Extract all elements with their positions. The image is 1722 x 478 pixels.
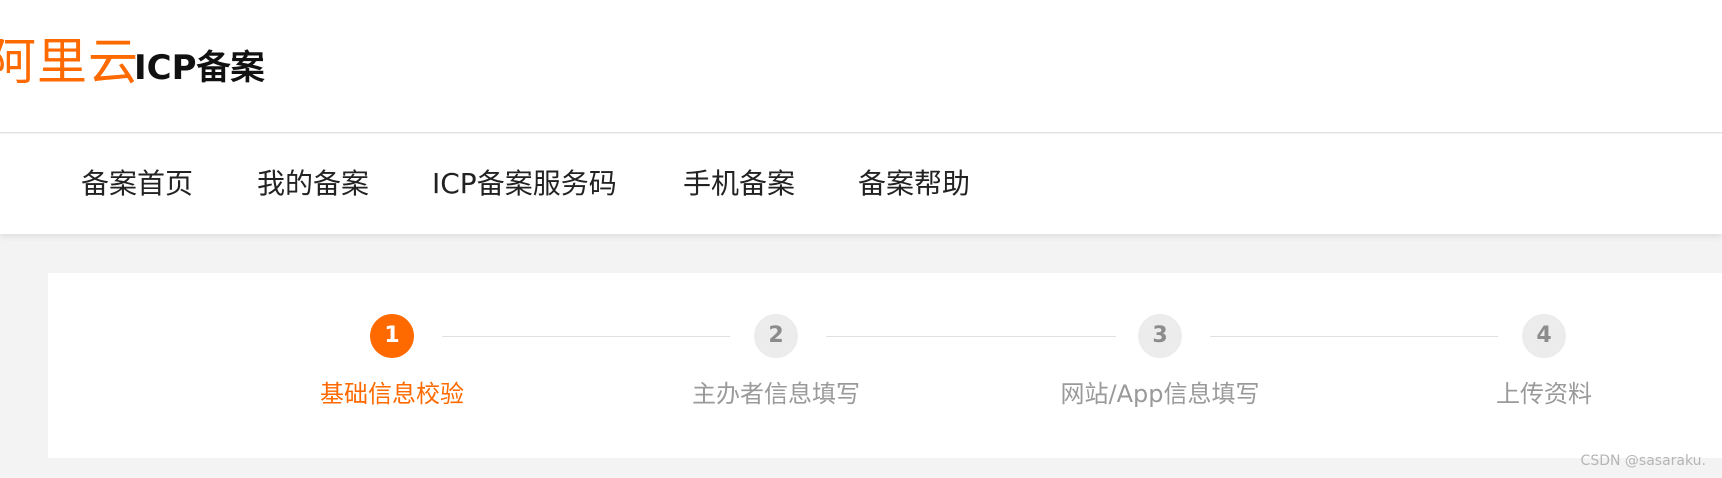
step-connector xyxy=(1210,336,1498,337)
step-label: 网站/App信息填写 xyxy=(1060,380,1260,408)
step-connector xyxy=(826,336,1116,337)
step-connector xyxy=(442,336,730,337)
step-number-badge: 2 xyxy=(754,314,798,358)
step-label: 基础信息校验 xyxy=(320,380,464,408)
progress-steps-card: 1 基础信息校验 2 主办者信息填写 3 网站/App信息填写 4 上传资料 xyxy=(48,273,1722,458)
step-number-badge: 3 xyxy=(1138,314,1182,358)
aliyun-logo[interactable]: 阿里云 xyxy=(0,30,139,94)
step-number-badge: 1 xyxy=(370,314,414,358)
step-number-badge: 4 xyxy=(1522,314,1566,358)
nav-item-help[interactable]: 备案帮助 xyxy=(858,162,970,206)
nav-item-mobile-filing[interactable]: 手机备案 xyxy=(683,162,795,206)
nav-item-home[interactable]: 备案首页 xyxy=(81,162,193,206)
main-navigation: 备案首页 我的备案 ICP备案服务码 手机备案 备案帮助 xyxy=(0,134,1722,234)
step-label: 主办者信息填写 xyxy=(692,380,860,408)
watermark: CSDN @sasaraku. xyxy=(1580,453,1706,469)
top-header: 阿里云 ICP备案 xyxy=(0,0,1722,133)
page-title: ICP备案 xyxy=(134,48,265,88)
nav-item-my-filings[interactable]: 我的备案 xyxy=(257,162,369,206)
step-label: 上传资料 xyxy=(1496,380,1592,408)
nav-item-service-code[interactable]: ICP备案服务码 xyxy=(432,162,617,206)
